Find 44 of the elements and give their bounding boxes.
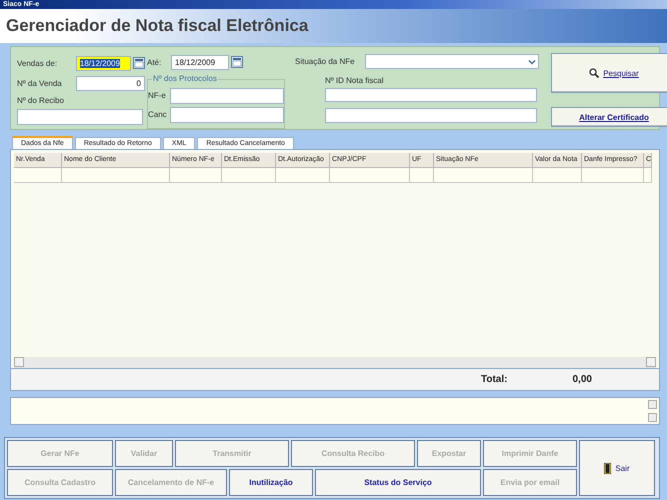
calendar-icon[interactable]: [231, 56, 243, 68]
horizontal-scrollbar[interactable]: [14, 357, 656, 368]
invoice-id-field[interactable]: [325, 108, 537, 123]
protocol-field[interactable]: [170, 88, 284, 104]
table-cell[interactable]: [330, 168, 410, 183]
table-cell[interactable]: [533, 168, 582, 183]
table-cell[interactable]: [434, 168, 533, 183]
field-label: NF-e: [148, 91, 167, 100]
message-box[interactable]: [10, 397, 660, 425]
table-cell[interactable]: [62, 168, 170, 183]
date-field[interactable]: 18/12/2009: [171, 54, 229, 70]
receipt-field[interactable]: [17, 109, 143, 125]
field-label: Nº da Venda: [17, 78, 63, 88]
action-button[interactable]: Sair: [579, 440, 655, 496]
change-certificate-button[interactable]: Alterar Certificado: [551, 107, 667, 127]
field-label: Nº ID Nota fiscal: [325, 76, 384, 85]
table-cell[interactable]: [410, 168, 434, 183]
search-button[interactable]: Pesquisar: [551, 53, 667, 93]
sale-number-field[interactable]: 0: [76, 76, 145, 90]
field-label: Situação da NFe: [295, 57, 356, 66]
field-label: Vendas de:: [17, 58, 58, 68]
protocol-field[interactable]: [170, 106, 284, 123]
invoice-id-field[interactable]: [325, 88, 537, 102]
page-title: Gerenciador de Nota fiscal Eletrônica: [6, 16, 308, 36]
door-icon: [604, 462, 612, 474]
total-label: Total:: [481, 374, 508, 385]
field-label: Até:: [147, 58, 162, 67]
table-cell[interactable]: [14, 168, 62, 183]
table-cell[interactable]: [644, 168, 652, 183]
action-button[interactable]: Status do Serviço: [315, 469, 481, 496]
total-value: 0,00: [572, 374, 592, 385]
calendar-icon[interactable]: [133, 57, 145, 69]
table-cell[interactable]: [276, 168, 330, 183]
group-label: Nº dos Protocolos: [152, 74, 218, 83]
table-cell[interactable]: [582, 168, 644, 183]
table-cell[interactable]: [170, 168, 222, 183]
table-cell[interactable]: [222, 168, 276, 183]
field-label: Nº do Recibo: [17, 96, 65, 105]
search-icon: [589, 68, 600, 78]
date-field[interactable]: 18/12/2009: [76, 56, 131, 70]
field-label: Canc: [148, 110, 168, 120]
status-dropdown[interactable]: [365, 54, 539, 70]
action-button[interactable]: Inutilização: [229, 469, 313, 496]
vertical-scrollbar[interactable]: [648, 400, 657, 422]
